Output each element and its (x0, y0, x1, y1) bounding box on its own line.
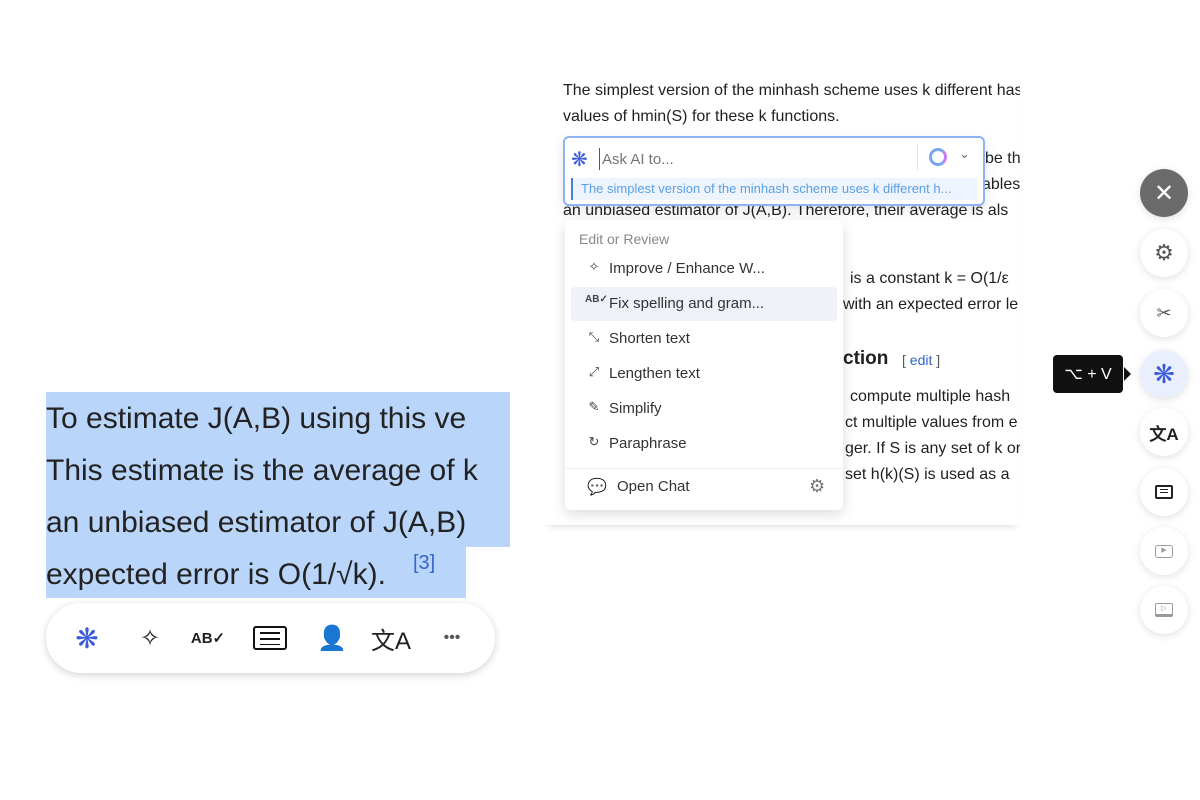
chevron-down-icon[interactable]: ⌄ (959, 146, 970, 162)
brain-icon: ❋ (1153, 358, 1175, 389)
section-heading: ction (843, 348, 889, 369)
screenshot-button[interactable]: ✂ (1140, 289, 1188, 337)
selected-line: To estimate J(A,B) using this ve (46, 402, 467, 435)
magic-wand-icon[interactable]: ✧ (130, 620, 170, 656)
selected-line: This estimate is the average of k (46, 454, 478, 487)
reference-link[interactable]: [3] (413, 552, 435, 575)
play-icon: ▶ (1155, 544, 1173, 558)
magic-wand-icon: ✧ (588, 259, 600, 274)
ask-ai-input[interactable] (599, 148, 909, 170)
article-fragment: with an expected error le (843, 296, 1019, 313)
menu-item-label: Fix spelling and gram... (609, 295, 765, 312)
feather-icon: ✎ (588, 399, 600, 414)
menu-item-improve[interactable]: ✧ Improve / Enhance W... (571, 252, 837, 286)
ask-ai-box: ❋ ⌄ The simplest version of the minhash … (563, 136, 985, 206)
video-summary-button[interactable]: ▷ (1140, 586, 1188, 634)
summary-list-icon (1155, 485, 1173, 499)
menu-item-lengthen[interactable]: ⤢ Lengthen text (571, 357, 837, 391)
selected-line: an unbiased estimator of J(A,B) (46, 506, 467, 539)
translate-icon[interactable]: 文A (371, 620, 411, 656)
brain-icon[interactable]: ❋ (67, 620, 107, 656)
video-button[interactable]: ▶ (1140, 527, 1188, 575)
menu-section-label: Edit or Review (579, 231, 670, 247)
close-button[interactable]: ✕ (1140, 169, 1188, 217)
summary-list-icon[interactable] (250, 620, 290, 656)
translate-icon: 文A (1149, 424, 1179, 444)
more-icon[interactable]: ••• (432, 620, 472, 656)
ai-assistant-button[interactable]: ❋ (1140, 350, 1188, 398)
settings-button[interactable]: ⚙ (1140, 229, 1188, 277)
selected-text-quote: The simplest version of the minhash sche… (571, 178, 977, 200)
menu-item-simplify[interactable]: ✎ Simplify (571, 392, 837, 426)
brain-icon: ❋ (571, 149, 588, 171)
divider (565, 468, 843, 469)
selection-toolbar: ❋ ✧ AB✓ 👤 文A ••• (46, 603, 495, 673)
article-fragment: ables (982, 176, 1020, 193)
close-icon: ✕ (1153, 179, 1175, 207)
article-line: The simplest version of the minhash sche… (563, 82, 1020, 99)
chat-bubble-icon: 💬 (587, 479, 607, 496)
article-line: values of hmin(S) for these k functions. (563, 108, 840, 125)
article-fragment: compute multiple hash (850, 388, 1011, 405)
menu-item-label: Improve / Enhance W... (609, 260, 765, 277)
menu-item-fix-spelling[interactable]: AB✓ Fix spelling and gram... (571, 287, 837, 321)
open-chat-label: Open Chat (617, 478, 690, 495)
article-fragment: is a constant k = O(1/ε (850, 270, 1009, 287)
spellcheck-icon: AB✓ (585, 294, 608, 305)
open-chat-button[interactable]: 💬 Open Chat (571, 470, 837, 504)
menu-item-label: Simplify (609, 400, 662, 417)
menu-item-label: Lengthen text (609, 365, 700, 382)
expand-icon: ⤢ (588, 364, 600, 379)
menu-item-paraphrase[interactable]: ↻ Paraphrase (571, 427, 837, 461)
video-player-icon: ▷ (1155, 603, 1173, 617)
translate-button[interactable]: 文A (1140, 408, 1188, 456)
refresh-icon: ↻ (588, 434, 600, 449)
article-fragment: ct multiple values from e (845, 414, 1018, 431)
article-fragment: be th (985, 150, 1020, 167)
menu-item-label: Paraphrase (609, 435, 687, 452)
summary-button[interactable] (1140, 468, 1188, 516)
model-icon[interactable] (929, 148, 947, 166)
menu-item-label: Shorten text (609, 330, 690, 347)
spellcheck-icon[interactable]: AB✓ (188, 620, 228, 656)
gear-icon[interactable]: ⚙ (809, 476, 825, 497)
menu-item-shorten[interactable]: ⤡ Shorten text (571, 322, 837, 356)
article-fragment: set h(k)(S) is used as a (845, 466, 1010, 483)
selected-text: To estimate J(A,B) using this ve This es… (46, 392, 510, 598)
presentation-icon[interactable]: 👤 (312, 620, 352, 656)
ai-actions-menu: Edit or Review ✧ Improve / Enhance W... A… (565, 220, 843, 510)
shrink-icon: ⤡ (588, 329, 600, 344)
scissors-icon: ✂ (1156, 302, 1172, 323)
article-fragment: ger. If S is any set of k or (845, 440, 1020, 457)
selected-line: expected error is O(1/√k). (46, 558, 386, 591)
divider (917, 144, 918, 170)
edit-link[interactable]: edit (910, 352, 933, 368)
shortcut-tooltip: ⌥ + V (1053, 355, 1131, 393)
gear-icon: ⚙ (1154, 240, 1174, 265)
